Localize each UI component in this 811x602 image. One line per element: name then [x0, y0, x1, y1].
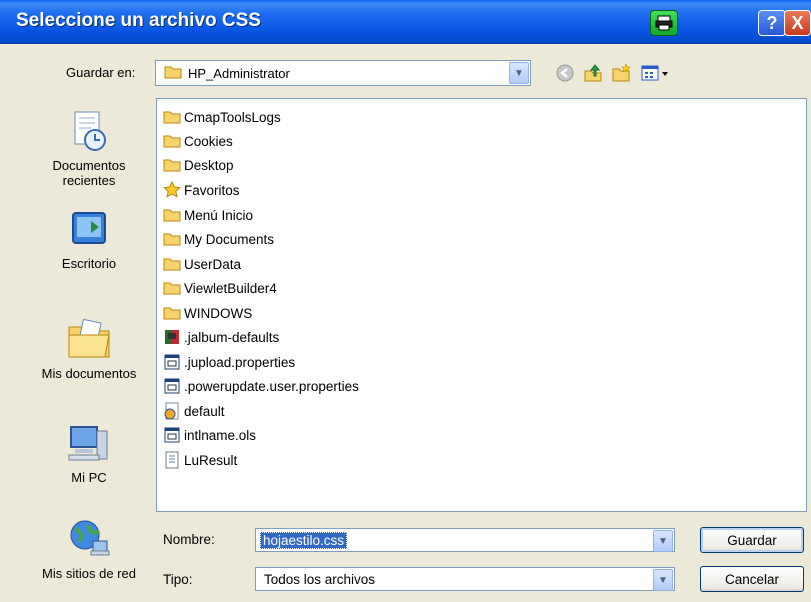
printer-icon[interactable] [650, 10, 678, 36]
chevron-down-icon[interactable]: ▼ [653, 569, 673, 591]
list-item[interactable]: WINDOWS [163, 302, 252, 324]
folder-icon [163, 156, 181, 174]
list-item[interactable]: UserData [163, 253, 241, 275]
chevron-down-icon[interactable]: ▼ [653, 530, 673, 552]
back-icon[interactable] [554, 62, 576, 84]
folder-icon [164, 65, 182, 82]
list-item[interactable]: Cookies [163, 130, 233, 152]
text-file-icon [163, 451, 181, 469]
list-item[interactable]: Desktop [163, 154, 234, 176]
chevron-down-icon[interactable]: ▼ [509, 62, 529, 84]
filename-field[interactable]: hojaestilo.css ▼ [255, 528, 675, 552]
filetype-value: Todos los archivos [264, 571, 376, 587]
place-recent-documents[interactable]: Documentos recientes [28, 108, 150, 188]
web-file-icon [163, 402, 181, 420]
save-button[interactable]: Guardar [700, 527, 804, 553]
place-label: Mis sitios de red [42, 566, 136, 581]
places-bar: Documentos recientes Escritorio Mis docu… [28, 98, 150, 594]
desktop-icon [66, 206, 112, 252]
place-label: Escritorio [61, 256, 117, 271]
place-label: Documentos recientes [52, 158, 126, 188]
list-item[interactable]: .jupload.properties [163, 351, 295, 373]
window-title: Seleccione un archivo CSS [16, 10, 261, 31]
folder-icon [163, 255, 181, 273]
location-combo[interactable]: HP_Administrator ▼ [155, 60, 531, 86]
my-computer-icon [66, 420, 112, 466]
network-places-icon [66, 516, 112, 562]
filetype-select[interactable]: Todos los archivos ▼ [255, 567, 675, 591]
list-item[interactable]: Menú Inicio [163, 204, 253, 226]
title-bar: Seleccione un archivo CSS ? X [0, 0, 811, 44]
place-my-documents[interactable]: Mis documentos [28, 316, 150, 381]
cancel-button[interactable]: Cancelar [700, 566, 804, 592]
place-my-computer[interactable]: Mi PC [28, 420, 150, 485]
filename-value: hojaestilo.css [260, 531, 348, 549]
list-item[interactable]: default [163, 400, 225, 422]
save-in-label: Guardar en: [66, 65, 136, 80]
folder-icon [163, 108, 181, 126]
list-item[interactable]: CmapToolsLogs [163, 106, 281, 128]
file-list[interactable]: CmapToolsLogs Cookies Desktop Favoritos … [156, 98, 807, 512]
properties-file-icon [163, 353, 181, 371]
star-icon [163, 181, 181, 199]
properties-file-icon [163, 377, 181, 395]
place-label: Mis documentos [41, 366, 137, 381]
list-item[interactable]: LuResult [163, 449, 237, 471]
list-item[interactable]: .jalbum-defaults [163, 326, 279, 348]
location-value: HP_Administrator [188, 65, 290, 81]
up-folder-icon[interactable] [582, 62, 604, 84]
list-item[interactable]: intlname.ols [163, 424, 256, 446]
folder-icon [163, 304, 181, 322]
folder-icon [163, 132, 181, 150]
filename-label: Nombre: [163, 532, 215, 547]
place-label: Mi PC [71, 470, 107, 485]
place-desktop[interactable]: Escritorio [28, 206, 150, 271]
list-item[interactable]: .powerupdate.user.properties [163, 375, 359, 397]
help-button[interactable]: ? [758, 10, 786, 36]
list-item[interactable]: ViewletBuilder4 [163, 277, 277, 299]
view-menu-icon[interactable] [640, 62, 672, 84]
folder-icon [163, 279, 181, 297]
my-documents-icon [66, 316, 112, 362]
folder-icon [163, 230, 181, 248]
list-item[interactable]: Favoritos [163, 179, 240, 201]
list-item[interactable]: My Documents [163, 228, 274, 250]
place-network[interactable]: Mis sitios de red [28, 516, 150, 581]
book-icon [163, 328, 181, 346]
properties-file-icon [163, 426, 181, 444]
new-folder-icon[interactable] [610, 62, 632, 84]
close-button[interactable]: X [784, 10, 811, 36]
recent-documents-icon [66, 108, 112, 154]
filetype-label: Tipo: [163, 572, 193, 587]
folder-icon [163, 206, 181, 224]
